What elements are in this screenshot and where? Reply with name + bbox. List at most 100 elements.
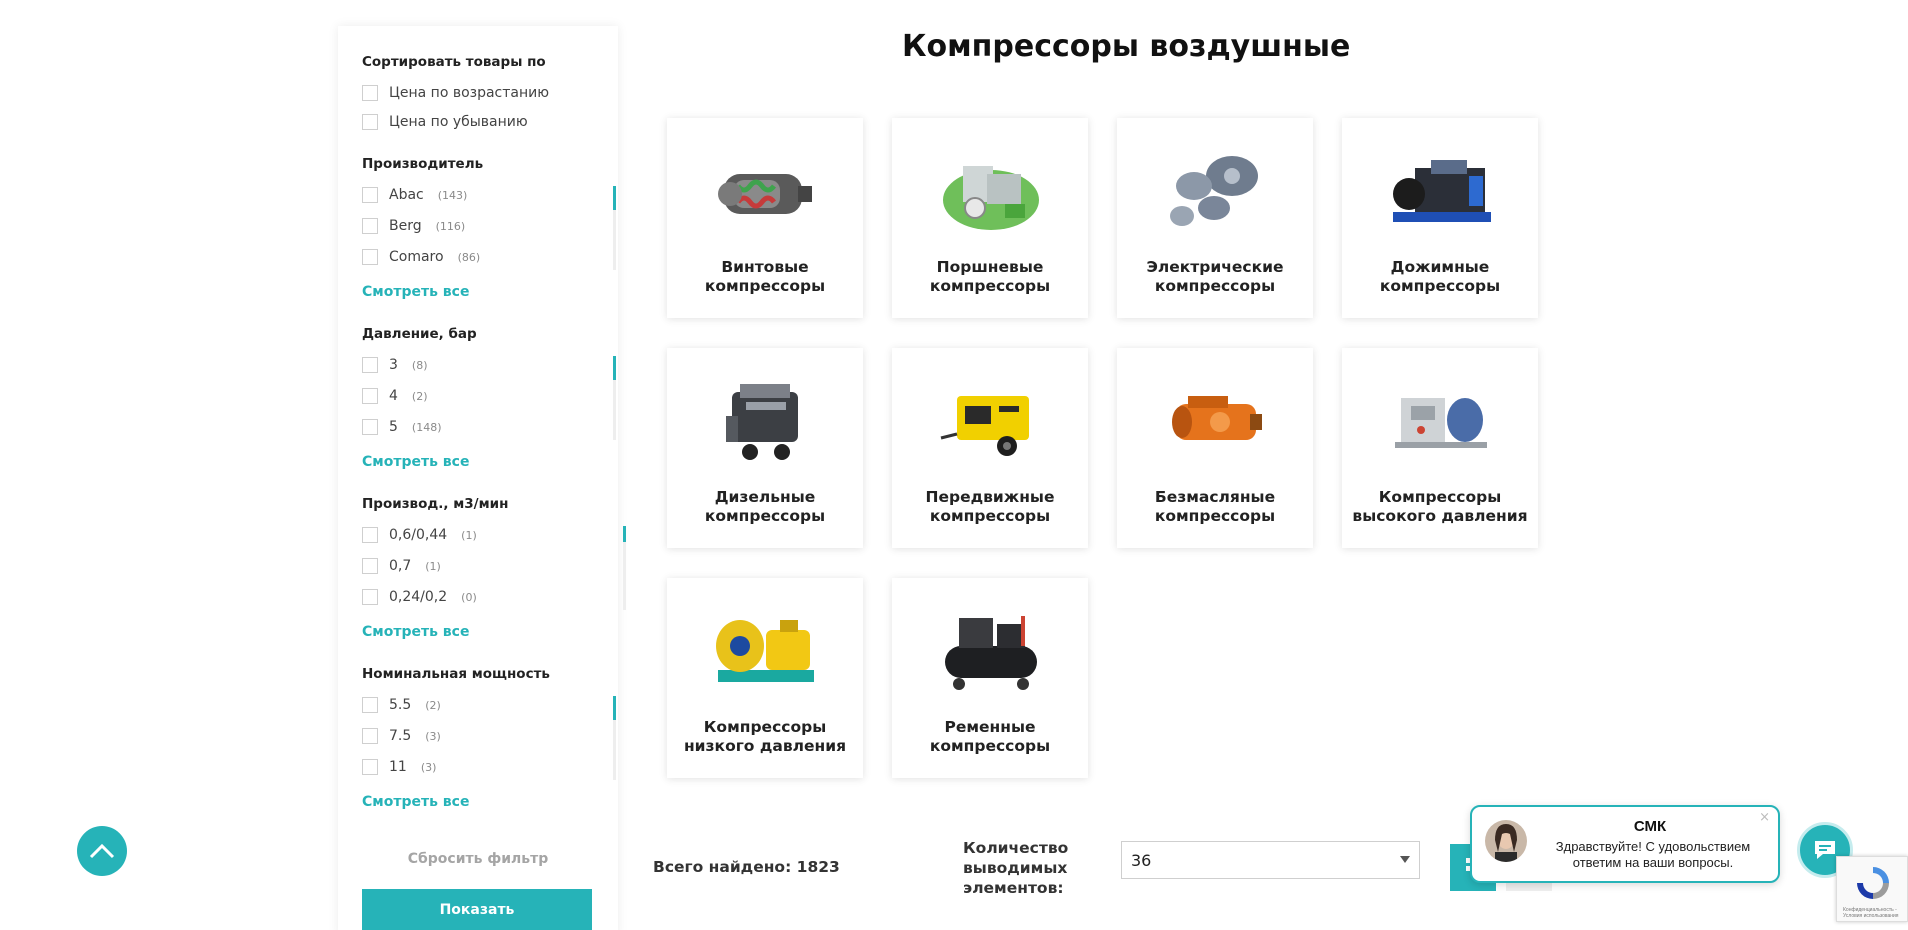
filter-option-label: 0,7 <box>389 558 412 574</box>
filter-option[interactable]: Abac (143) <box>362 186 467 204</box>
category-card-title: Передвижные компрессоры <box>925 488 1055 525</box>
filter-option-label: 5 <box>389 419 398 435</box>
sort-option-label: Цена по возрастанию <box>389 85 550 101</box>
filter-option-count: (3) <box>420 760 437 774</box>
recaptcha-icon <box>1857 867 1889 899</box>
filter-option-count: (0) <box>461 590 477 604</box>
filter-scrollbar-thumb[interactable] <box>623 526 626 542</box>
filter-option[interactable]: Berg (116) <box>362 217 465 235</box>
oil-free-compressor-image <box>1172 396 1262 440</box>
category-card-low-pressure[interactable]: Компрессоры низкого давления <box>667 578 863 778</box>
filter-option-count: (1) <box>425 559 441 573</box>
checkbox[interactable] <box>362 697 378 713</box>
category-card-high-pressure[interactable]: Компрессоры высокого давления <box>1342 348 1538 548</box>
filter-option[interactable]: 0,6/0,44 (1) <box>362 526 477 544</box>
filter-option-label: 7.5 <box>389 728 412 744</box>
chat-popup[interactable]: СМК Здравствуйте! С удовольствием ответи… <box>1470 805 1780 883</box>
category-card-booster[interactable]: Дожимные компрессоры <box>1342 118 1538 318</box>
filter-scrollbar-thumb[interactable] <box>613 186 616 210</box>
category-card-title: Компрессоры высокого давления <box>1352 488 1528 525</box>
filter-pressure: Давление, бар 3 (8) 4 (2) 5 (148) Смотре… <box>362 326 616 470</box>
category-card-title: Электрические компрессоры <box>1146 258 1284 295</box>
filter-option-count: (3) <box>425 729 441 743</box>
filter-option[interactable]: 4 (2) <box>362 387 428 405</box>
filter-option-count: (148) <box>411 420 442 434</box>
avatar <box>1485 820 1527 862</box>
filter-option-label: Abac <box>389 187 424 203</box>
checkbox[interactable] <box>362 589 378 605</box>
filter-option-label: 4 <box>389 388 398 404</box>
checkbox[interactable] <box>362 249 378 265</box>
filter-option-count: (86) <box>457 250 481 264</box>
filter-option-count: (2) <box>411 389 428 403</box>
category-card-screw[interactable]: Винтовые компрессоры <box>667 118 863 318</box>
checkbox[interactable] <box>362 357 378 373</box>
close-icon[interactable]: × <box>1759 810 1770 825</box>
sort-heading: Сортировать товары по <box>362 54 546 70</box>
filter-option-label: Berg <box>389 218 422 234</box>
see-all-link[interactable]: Смотреть все <box>362 284 469 300</box>
filter-option-label: 5.5 <box>389 697 412 713</box>
filter-scrollbar[interactable] <box>613 186 616 270</box>
category-card-diesel[interactable]: Дизельные компрессоры <box>667 348 863 548</box>
filter-power: Номинальная мощность 5.5 (2) 7.5 (3) 11 … <box>362 666 616 810</box>
see-all-link[interactable]: Смотреть все <box>362 454 469 470</box>
filter-option-label: 3 <box>389 357 398 373</box>
checkbox[interactable] <box>362 527 378 543</box>
filter-option-label: 0,6/0,44 <box>389 527 448 543</box>
category-card-belt[interactable]: Ременные компрессоры <box>892 578 1088 778</box>
checkbox[interactable] <box>362 388 378 404</box>
see-all-link[interactable]: Смотреть все <box>362 624 469 640</box>
filter-scrollbar[interactable] <box>613 696 616 780</box>
filter-scrollbar[interactable] <box>623 526 626 610</box>
filter-option[interactable]: 11 (3) <box>362 758 436 776</box>
category-card-piston[interactable]: Поршневые компрессоры <box>892 118 1088 318</box>
recaptcha-text: Конфиденциальность - Условия использован… <box>1843 907 1899 919</box>
filter-capacity: Производ., м3/мин 0,6/0,44 (1) 0,7 (1) 0… <box>362 496 626 640</box>
checkbox[interactable] <box>362 728 378 744</box>
booster-compressor-image <box>1393 160 1491 222</box>
screw-compressor-image <box>718 174 812 214</box>
filter-heading: Производитель <box>362 156 484 172</box>
checkbox[interactable] <box>362 759 378 775</box>
checkbox[interactable] <box>362 85 378 101</box>
chevron-up-icon <box>89 843 115 859</box>
piston-compressor-image <box>943 166 1039 230</box>
checkbox[interactable] <box>362 218 378 234</box>
category-card-title: Безмасляные компрессоры <box>1154 488 1276 525</box>
filter-scrollbar-thumb[interactable] <box>613 356 616 380</box>
filter-option-count: (8) <box>411 358 428 372</box>
sort-option-price-desc[interactable]: Цена по убыванию <box>362 113 528 131</box>
scroll-to-top-button[interactable] <box>77 826 127 876</box>
filter-scrollbar[interactable] <box>613 356 616 440</box>
filter-option-count: (2) <box>425 698 441 712</box>
filter-option[interactable]: 3 (8) <box>362 356 428 374</box>
category-card-mobile[interactable]: Передвижные компрессоры <box>892 348 1088 548</box>
show-button[interactable]: Показать <box>362 889 592 930</box>
filter-option[interactable]: 0,24/0,2 (0) <box>362 588 477 606</box>
filter-scrollbar-thumb[interactable] <box>613 696 616 720</box>
checkbox[interactable] <box>362 419 378 435</box>
filter-option[interactable]: 0,7 (1) <box>362 557 441 575</box>
sort-option-price-asc[interactable]: Цена по возрастанию <box>362 84 549 102</box>
filter-heading: Номинальная мощность <box>362 666 550 682</box>
filter-option[interactable]: 5 (148) <box>362 418 442 436</box>
electric-compressor-image <box>1170 156 1258 226</box>
chevron-down-icon <box>1400 856 1410 863</box>
see-all-link[interactable]: Смотреть все <box>362 794 469 810</box>
filter-option[interactable]: Comaro (86) <box>362 248 480 266</box>
category-card-oil-free[interactable]: Безмасляные компрессоры <box>1117 348 1313 548</box>
checkbox[interactable] <box>362 558 378 574</box>
checkbox[interactable] <box>362 187 378 203</box>
filter-option[interactable]: 5.5 (2) <box>362 696 441 714</box>
filter-option[interactable]: 7.5 (3) <box>362 727 441 745</box>
checkbox[interactable] <box>362 114 378 130</box>
category-card-electric[interactable]: Электрические компрессоры <box>1117 118 1313 318</box>
category-card-title: Ременные компрессоры <box>929 718 1051 755</box>
reset-filter-button[interactable]: Сбросить фильтр <box>338 851 618 867</box>
category-card-title: Поршневые компрессоры <box>929 258 1051 295</box>
items-per-page-select[interactable]: 36 <box>1121 841 1420 879</box>
recaptcha-badge[interactable]: Конфиденциальность - Условия использован… <box>1836 856 1908 922</box>
category-card-title: Винтовые компрессоры <box>704 258 826 295</box>
filter-option-label: 11 <box>389 759 407 775</box>
